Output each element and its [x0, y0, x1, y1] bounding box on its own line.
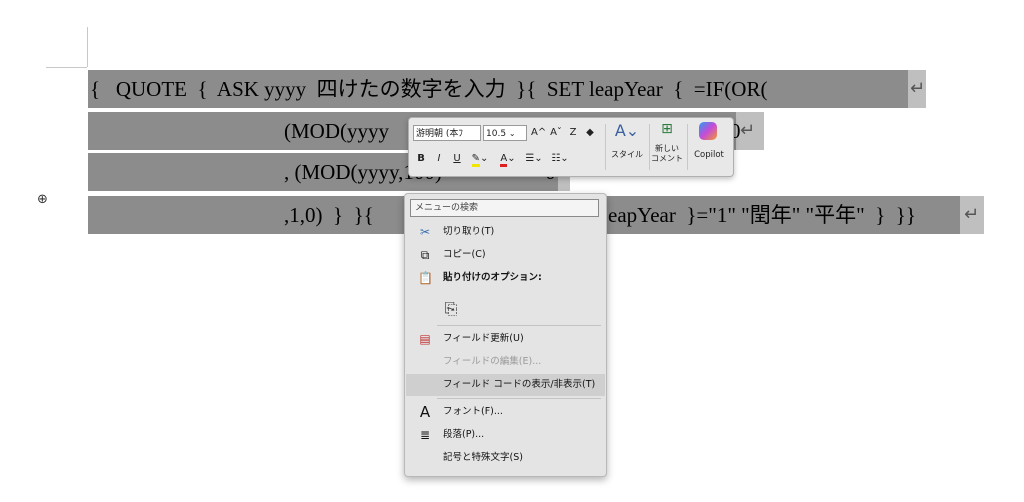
menu-item-cut[interactable]: ✂ 切り取り(T)	[406, 221, 605, 243]
grow-font-button[interactable]: A^	[531, 126, 546, 140]
field-code-text-4b: eapYear }="1" "閏年" "平年" } }}	[608, 203, 916, 227]
field-code-line-1[interactable]: { QUOTE { ASK yyyy 四けたの数字を入力 }{ SET leap…	[88, 70, 926, 108]
context-menu: メニューの検索 ✂ 切り取り(T) ⧉ コピー(C) 📋 貼り付けのオプション:…	[404, 193, 607, 477]
menu-item-update-field[interactable]: ▤ フィールド更新(U)	[406, 328, 605, 350]
copilot-icon[interactable]	[699, 122, 717, 140]
bullets-button[interactable]: ☰⌄	[523, 152, 545, 166]
menu-item-copy[interactable]: ⧉ コピー(C)	[406, 244, 605, 266]
paste-options-header: 📋 貼り付けのオプション:	[406, 267, 605, 289]
font-color-button[interactable]: A⌄	[497, 152, 519, 167]
format-painter-icon[interactable]: ◆	[583, 126, 597, 140]
paragraph-mark-icon: ↵	[740, 120, 756, 141]
mini-toolbar: 游明朝 (本ﾌ 10.5 ⌄ A^ Aˇ Z ◆ B I U ✎⌄ A⌄ ☰⌄ …	[408, 117, 734, 177]
styles-button[interactable]: スタイル	[607, 148, 647, 162]
menu-search-input[interactable]: メニューの検索	[410, 199, 599, 217]
field-code-text-4a: ,1,0) } }{	[284, 203, 385, 227]
anchor-icon: ⊕	[37, 192, 48, 207]
paragraph-mark-icon: ↵	[964, 204, 980, 225]
field-code-text-1: { QUOTE { ASK yyyy 四けたの数字を入力 }{ SET leap…	[90, 77, 768, 101]
margin-corner-horizontal	[46, 67, 87, 68]
menu-item-paragraph[interactable]: ≣ 段落(P)...	[406, 424, 605, 446]
underline-button[interactable]: U	[451, 152, 463, 166]
paste-keep-text-only-icon[interactable]: ⎘	[441, 299, 461, 319]
font-size-value: 10.5	[486, 129, 507, 139]
scissors-icon: ✂	[419, 225, 431, 239]
menu-item-toggle-field-codes[interactable]: フィールド コードの表示/非表示(T)	[406, 374, 605, 396]
margin-corner-vertical	[87, 27, 88, 67]
copy-icon: ⧉	[420, 248, 430, 262]
bold-button[interactable]: B	[415, 152, 427, 166]
new-comment-icon[interactable]: ⊞	[653, 122, 681, 136]
menu-item-symbols[interactable]: 記号と特殊文字(S)	[406, 447, 605, 469]
new-comment-button[interactable]: 新しい コメント	[651, 144, 683, 164]
clear-format-button[interactable]: Z	[567, 126, 579, 140]
highlight-button[interactable]: ✎⌄	[469, 152, 491, 167]
font-size-box[interactable]: 10.5 ⌄	[483, 125, 527, 141]
field-update-icon: ▤	[419, 332, 431, 346]
menu-item-font[interactable]: A フォント(F)...	[406, 401, 605, 423]
font-name-box[interactable]: 游明朝 (本ﾌ	[413, 125, 481, 141]
copilot-button[interactable]: Copilot	[689, 148, 729, 162]
field-code-text-2: (MOD(yyyy	[284, 119, 389, 143]
paragraph-icon: ≣	[419, 428, 431, 442]
italic-button[interactable]: I	[433, 152, 445, 166]
numbering-button[interactable]: ☷⌄	[549, 152, 571, 166]
font-icon: A	[419, 403, 431, 421]
paragraph-mark-icon: ↵	[910, 78, 926, 99]
shrink-font-button[interactable]: Aˇ	[549, 126, 563, 140]
font-color-icon: A	[500, 153, 508, 167]
styles-icon[interactable]: A⌄	[611, 123, 643, 139]
menu-item-edit-field[interactable]: フィールドの編集(E)...	[406, 351, 605, 373]
paste-icon: 📋	[418, 271, 433, 285]
